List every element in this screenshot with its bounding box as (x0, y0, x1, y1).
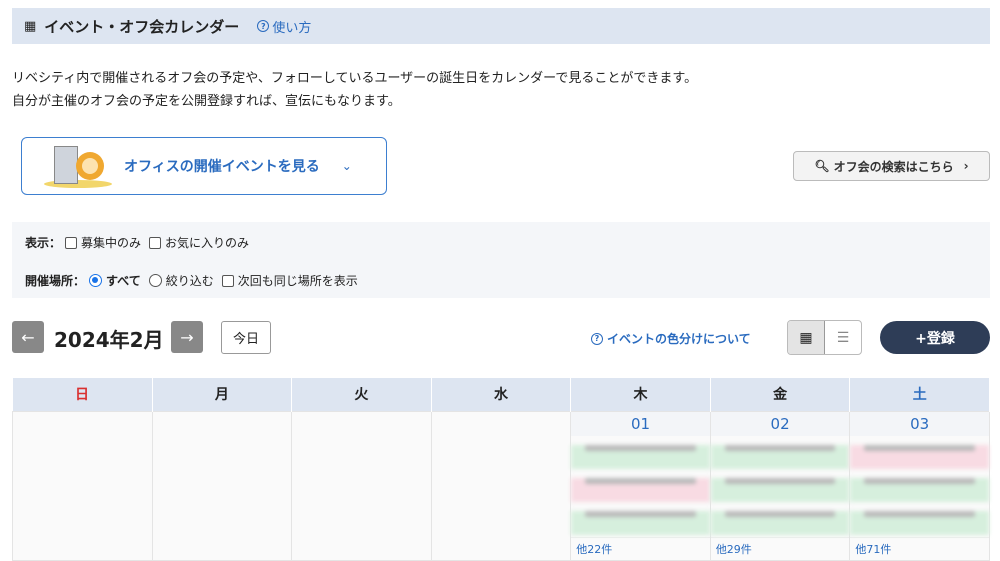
prev-month-button[interactable]: ← (12, 321, 44, 353)
arrow-left-icon: ← (21, 327, 35, 347)
page-title: イベント・オフ会カレンダー (44, 17, 240, 36)
weekday-header: 土 (849, 378, 990, 411)
event-item[interactable] (710, 477, 850, 502)
description-line: 自分が主催のオフ会の予定を公開登録すれば、宣伝にもなります。 (12, 94, 401, 109)
calendar-icon: ▦ (24, 18, 37, 34)
search-icon: 🔍︎ (814, 159, 830, 173)
weekday-header: 日 (12, 378, 153, 411)
description-line: リベシティ内で開催されるオフ会の予定や、フォローしているユーザーの誕生日をカレン… (12, 71, 698, 86)
event-item[interactable] (571, 444, 710, 469)
weekday-header: 水 (431, 378, 572, 411)
more-events-link[interactable]: 他29件 (710, 536, 850, 560)
question-icon: ? (257, 20, 270, 32)
filter-panel: 表示： 募集中のみ お気に入りのみ 開催場所： すべて 絞り込む 次回も同じ場所… (12, 222, 990, 298)
favorites-only-checkbox[interactable] (149, 236, 162, 249)
help-link[interactable]: ? 使い方 (257, 17, 311, 36)
calendar-view-button[interactable]: ▦ (788, 321, 825, 354)
event-item[interactable] (850, 444, 989, 469)
event-item[interactable] (710, 510, 850, 535)
same-next-checkbox[interactable] (221, 274, 234, 287)
calendar-grid: 日月火水木金土 01 他22件 02 他29件 03 他71件 (12, 378, 990, 561)
event-item[interactable] (850, 510, 989, 535)
location-narrow-radio[interactable] (148, 274, 162, 287)
location-label: 開催場所： (25, 274, 86, 288)
location-narrow-label: 絞り込む (165, 274, 214, 288)
empty-day-cell (430, 410, 572, 561)
empty-day-cell (12, 410, 153, 561)
event-item[interactable] (850, 477, 989, 502)
search-label: オフ会の検索はこちら (833, 159, 954, 174)
search-offkai-button[interactable]: 🔍︎ オフ会の検索はこちら › (793, 151, 990, 181)
calendar-icon: ▦ (799, 329, 813, 346)
favorites-only-label: お気に入りのみ (165, 236, 250, 250)
event-item[interactable] (571, 510, 710, 535)
help-label: 使い方 (272, 20, 312, 36)
day-number: 03 (850, 411, 989, 436)
office-events-button[interactable]: オフィスの開催イベントを見る ⌄ (21, 137, 387, 195)
office-lion-illustration (44, 144, 112, 188)
arrow-right-icon: → (180, 327, 194, 347)
color-info-label: イベントの色分けについて (607, 332, 751, 346)
day-cell[interactable]: 02 他29件 (709, 410, 851, 561)
color-info-link[interactable]: ? イベントの色分けについて (591, 330, 751, 347)
chevron-down-icon: ⌄ (341, 159, 352, 173)
list-view-button[interactable]: ☰ (825, 321, 861, 354)
list-icon: ☰ (836, 329, 850, 346)
empty-day-cell (291, 410, 432, 561)
more-events-link[interactable]: 他71件 (850, 536, 989, 560)
question-icon: ? (591, 332, 603, 345)
office-events-label: オフィスの開催イベントを見る (124, 159, 320, 175)
recruiting-only-label: 募集中のみ (81, 236, 142, 250)
today-button[interactable]: 今日 (221, 321, 271, 354)
location-all-radio[interactable] (89, 274, 103, 287)
event-item[interactable] (710, 444, 850, 469)
next-month-button[interactable]: → (171, 321, 203, 353)
location-all-label: すべて (106, 274, 141, 288)
current-month: 2024年2月 (54, 328, 164, 352)
register-button[interactable]: +登録 (880, 321, 990, 354)
day-number: 01 (571, 411, 710, 436)
event-item[interactable] (571, 477, 710, 502)
weekday-header: 月 (152, 378, 293, 411)
day-cell[interactable]: 01 他22件 (570, 410, 711, 561)
day-cell[interactable]: 03 他71件 (849, 410, 990, 561)
view-toggle: ▦ ☰ (787, 320, 862, 355)
weekday-header: 木 (570, 378, 711, 411)
recruiting-only-checkbox[interactable] (65, 236, 78, 249)
day-number: 02 (710, 411, 850, 436)
more-events-link[interactable]: 他22件 (571, 536, 710, 560)
chevron-right-icon: › (963, 159, 969, 173)
page-header: ▦ イベント・オフ会カレンダー ? 使い方 (12, 8, 990, 44)
same-next-label: 次回も同じ場所を表示 (237, 274, 358, 288)
display-label: 表示： (25, 236, 62, 250)
weekday-header: 金 (710, 378, 851, 411)
empty-day-cell (151, 410, 293, 561)
weekday-header: 火 (291, 378, 432, 411)
description: リベシティ内で開催されるオフ会の予定や、フォローしているユーザーの誕生日をカレン… (12, 67, 697, 113)
